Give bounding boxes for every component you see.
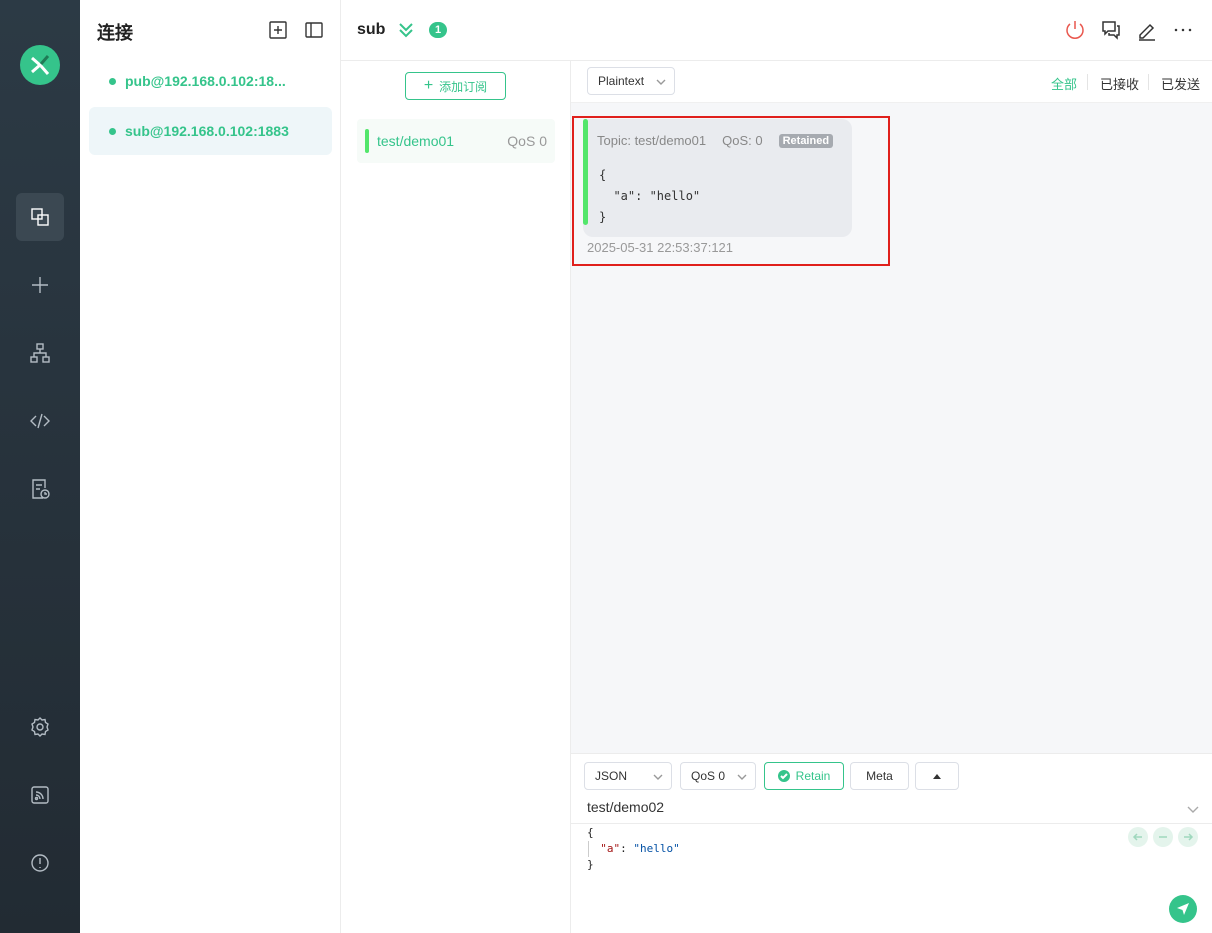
chevron-down-icon — [656, 76, 666, 86]
connection-label: sub@192.168.0.102:1883 — [125, 123, 289, 139]
more-options-icon[interactable] — [1172, 19, 1194, 41]
payload-key: "a" — [600, 842, 621, 855]
annotation-highlight-box — [572, 116, 890, 266]
subscriptions-panel: + 添加订阅 test/demo01 QoS 0 — [341, 61, 571, 933]
feed-icon[interactable] — [16, 771, 64, 819]
payload-open-brace: { — [587, 826, 594, 839]
filter-all[interactable]: 全部 — [1051, 74, 1077, 93]
connections-icon[interactable] — [16, 193, 64, 241]
publish-panel: JSON QoS 0 Retain Meta test/demo02 { "a"… — [571, 753, 1212, 933]
subscription-color-bar — [365, 129, 369, 153]
publish-qos-value: QoS 0 — [691, 769, 726, 783]
script-icon[interactable] — [16, 397, 64, 445]
retain-toggle[interactable]: Retain — [764, 762, 844, 790]
payload-format-value: Plaintext — [598, 74, 645, 88]
online-status-dot — [109, 77, 116, 85]
subscription-item[interactable]: test/demo01 QoS 0 — [357, 119, 555, 163]
payload-colon: : — [620, 842, 634, 855]
chevron-down-icon[interactable] — [1186, 802, 1200, 816]
new-window-icon[interactable] — [268, 20, 288, 40]
filter-received[interactable]: 已接收 — [1100, 74, 1139, 93]
unread-badge: 1 — [429, 22, 447, 38]
publish-qos-select[interactable]: QoS 0 — [680, 762, 756, 790]
new-chat-icon[interactable] — [1100, 19, 1122, 41]
filter-sent[interactable]: 已发送 — [1161, 74, 1200, 93]
info-icon[interactable] — [16, 839, 64, 887]
clear-history-icon[interactable] — [1153, 827, 1173, 847]
send-button[interactable] — [1169, 895, 1197, 923]
chevron-down-icon — [737, 771, 747, 781]
disconnect-icon[interactable] — [1064, 19, 1086, 41]
topic-divider — [571, 823, 1212, 824]
add-subscription-button[interactable]: + 添加订阅 — [405, 72, 506, 100]
payload-value: "hello" — [633, 842, 680, 855]
payload-close-brace: } — [587, 858, 594, 871]
sidebar-toggle-icon[interactable] — [304, 20, 324, 40]
filter-divider — [1148, 74, 1149, 90]
subscription-topic: test/demo01 — [377, 133, 455, 149]
collapse-button[interactable] — [915, 762, 959, 790]
check-icon — [777, 770, 790, 782]
message-toolbar: Plaintext 全部 已接收 已发送 — [571, 61, 1212, 103]
connection-header: sub 1 — [341, 0, 1212, 61]
next-message-icon[interactable] — [1178, 827, 1198, 847]
add-subscription-label: 添加订阅 — [439, 79, 488, 94]
send-icon — [1177, 903, 1189, 915]
previous-message-icon[interactable] — [1128, 827, 1148, 847]
indent-guide — [588, 841, 589, 857]
publish-format-value: JSON — [595, 769, 628, 783]
subscription-qos: QoS 0 — [507, 133, 547, 149]
chevron-down-icon — [653, 771, 663, 781]
caret-up-icon — [933, 774, 941, 779]
expand-chevron-icon[interactable] — [397, 20, 415, 40]
filter-divider — [1087, 74, 1088, 90]
log-icon[interactable] — [16, 465, 64, 513]
online-status-dot — [109, 127, 116, 135]
retain-label: Retain — [795, 769, 831, 783]
payload-editor[interactable]: { "a": "hello" } — [587, 825, 680, 873]
payload-format-select[interactable]: Plaintext — [587, 67, 675, 95]
settings-icon[interactable] — [16, 703, 64, 751]
publish-format-select[interactable]: JSON — [584, 762, 672, 790]
connection-item-sub[interactable]: sub@192.168.0.102:1883 — [89, 107, 332, 155]
plus-icon[interactable] — [16, 261, 64, 309]
meta-button[interactable]: Meta — [850, 762, 909, 790]
edit-icon[interactable] — [1136, 19, 1158, 41]
plus-icon: + — [423, 77, 434, 94]
connection-name: sub — [357, 21, 386, 38]
publish-topic-input[interactable]: test/demo02 — [587, 799, 664, 815]
topology-icon[interactable] — [16, 329, 64, 377]
navigation-rail — [0, 0, 80, 933]
connection-item-pub[interactable]: pub@192.168.0.102:18... — [89, 57, 332, 105]
connections-title: 连接 — [97, 23, 133, 43]
connection-label: pub@192.168.0.102:18... — [125, 73, 286, 89]
mqttx-logo-icon — [20, 45, 60, 85]
connections-panel: 连接 pub@192.168.0.102:18... sub@192.168.0… — [80, 0, 341, 933]
